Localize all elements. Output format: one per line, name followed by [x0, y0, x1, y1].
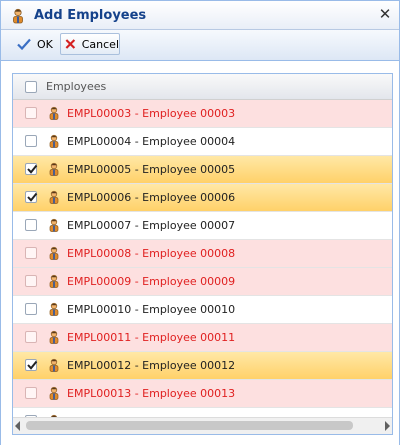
employee-label: EMPL00005 - Employee 00005 — [67, 163, 236, 176]
employee-icon — [48, 134, 60, 151]
employee-icon — [48, 162, 60, 179]
cancel-button[interactable]: Cancel — [60, 33, 120, 55]
table-row: EMPL00009 - Employee 00009 — [13, 268, 392, 296]
add-employees-dialog: Add Employees ✕ OK Cancel Employees EMPL… — [0, 0, 400, 445]
row-checkbox — [25, 275, 37, 287]
title-bar: Add Employees ✕ — [1, 1, 399, 30]
row-checkbox — [25, 387, 37, 399]
row-checkbox[interactable] — [25, 191, 38, 203]
employee-icon — [48, 190, 60, 207]
table-row[interactable]: EMPL00005 - Employee 00005 — [13, 156, 392, 184]
row-checkbox — [25, 107, 37, 119]
employee-label: EMPL00010 - Employee 00010 — [67, 303, 236, 316]
employee-label: EMPL00003 - Employee 00003 — [67, 107, 236, 120]
table-row: EMPL00011 - Employee 00011 — [13, 324, 392, 352]
row-checkbox — [25, 331, 37, 343]
employee-icon — [11, 8, 25, 24]
employee-icon — [48, 358, 60, 375]
dialog-content: Employees EMPL00003 - Employee 00003 EMPL… — [1, 61, 399, 445]
employee-icon — [48, 274, 60, 291]
table-row: EMPL00013 - Employee 00013 — [13, 380, 392, 408]
table-row: EMPL00003 - Employee 00003 — [13, 100, 392, 128]
table-row[interactable]: EMPL00012 - Employee 00012 — [13, 352, 392, 380]
table-row[interactable]: EMPL00007 - Employee 00007 — [13, 212, 392, 240]
horizontal-scrollbar[interactable] — [13, 417, 392, 434]
employee-icon — [48, 218, 60, 235]
row-checkbox[interactable] — [25, 359, 38, 371]
row-checkbox[interactable] — [25, 303, 37, 315]
table-row[interactable]: EMPL00004 - Employee 00004 — [13, 128, 392, 156]
employee-label: EMPL00007 - Employee 00007 — [67, 219, 236, 232]
row-checkbox[interactable] — [25, 163, 38, 175]
table-row: EMPL00008 - Employee 00008 — [13, 240, 392, 268]
employees-grid: Employees EMPL00003 - Employee 00003 EMPL… — [12, 73, 393, 435]
employee-label: EMPL00013 - Employee 00013 — [67, 387, 236, 400]
employee-icon — [48, 302, 60, 319]
select-all-checkbox[interactable] — [25, 81, 37, 93]
employees-column-header[interactable]: Employees — [46, 80, 106, 93]
close-icon[interactable]: ✕ — [377, 6, 393, 22]
dialog-title: Add Employees — [34, 8, 147, 23]
grid-header: Employees — [13, 74, 392, 100]
ok-label: OK — [37, 37, 53, 51]
employee-icon — [48, 386, 60, 403]
grid-rows: EMPL00003 - Employee 00003 EMPL00004 - Em… — [13, 100, 392, 418]
scrollbar-thumb[interactable] — [26, 421, 353, 430]
table-row[interactable]: EMPL00006 - Employee 00006 — [13, 184, 392, 212]
row-checkbox — [25, 247, 37, 259]
employee-label: EMPL00012 - Employee 00012 — [67, 359, 236, 372]
checkmark-icon — [17, 38, 31, 50]
ok-button[interactable]: OK — [13, 33, 55, 55]
row-checkbox[interactable] — [25, 135, 37, 147]
employee-label: EMPL00009 - Employee 00009 — [67, 275, 236, 288]
employee-label: EMPL00004 - Employee 00004 — [67, 135, 236, 148]
scroll-left-arrow-icon[interactable] — [15, 421, 20, 431]
table-row[interactable]: EMPL00010 - Employee 00010 — [13, 296, 392, 324]
cancel-label: Cancel — [81, 37, 119, 51]
employee-icon — [48, 246, 60, 263]
employee-icon — [48, 106, 60, 123]
row-checkbox[interactable] — [25, 219, 37, 231]
employee-icon — [48, 330, 60, 347]
employee-label: EMPL00008 - Employee 00008 — [67, 247, 236, 260]
employee-label: EMPL00006 - Employee 00006 — [67, 191, 236, 204]
employee-label: EMPL00011 - Employee 00011 — [67, 331, 236, 344]
scroll-right-arrow-icon[interactable] — [385, 421, 390, 431]
toolbar: OK Cancel — [1, 30, 399, 61]
cancel-x-icon — [65, 39, 76, 49]
